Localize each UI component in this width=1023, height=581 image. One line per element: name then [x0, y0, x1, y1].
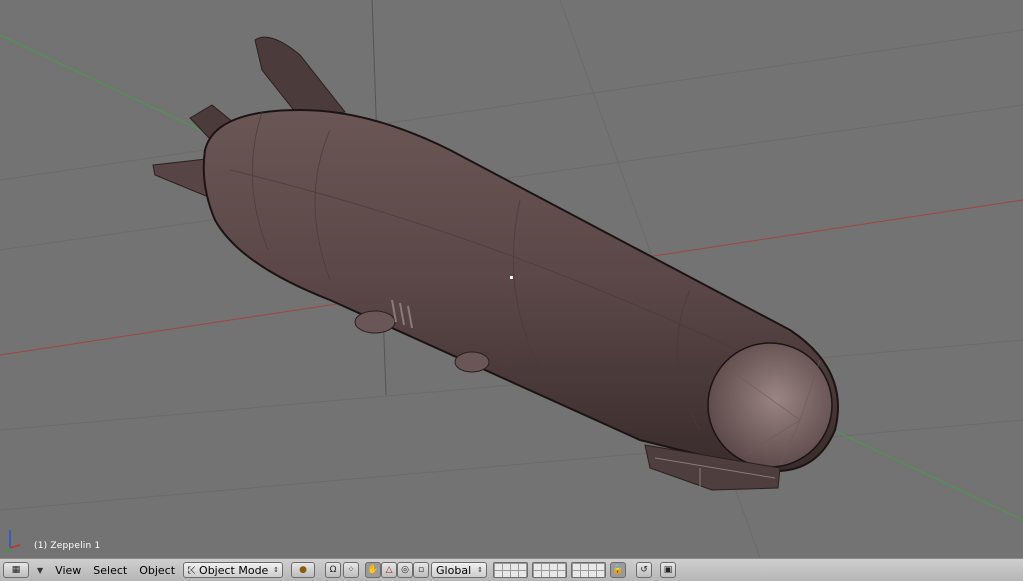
curve-icon: ↺ — [640, 565, 648, 575]
menu-view[interactable]: View — [49, 564, 87, 577]
mode-select[interactable]: ⤪ Object Mode ⇕ — [183, 562, 284, 578]
scale-icon: ▫ — [417, 565, 425, 575]
chevron-updown-icon: ⇕ — [273, 566, 280, 574]
layer-buttons-2[interactable] — [532, 562, 568, 578]
ipo-button[interactable]: ↺ — [636, 562, 653, 578]
lock-icon: 🔒 — [612, 565, 624, 575]
chevron-updown-icon: ⇕ — [477, 566, 484, 574]
triangle-down-icon[interactable]: ▼ — [37, 566, 43, 575]
viewport-canvas — [0, 0, 1023, 558]
mode-select-value: Object Mode — [199, 563, 269, 577]
translate-manipulator-button[interactable]: ✋ — [365, 562, 382, 578]
object-origin — [510, 276, 513, 279]
magnet-icon: Ω — [329, 565, 337, 575]
scale-manipulator-button[interactable]: ◎ — [397, 562, 414, 578]
grid-icon: ▦ — [11, 565, 21, 575]
dots-icon: ⁘ — [347, 565, 355, 575]
orientation-select[interactable]: Global ⇕ — [431, 562, 488, 578]
hand-icon: ✋ — [367, 565, 379, 575]
layer-buttons-3[interactable] — [571, 562, 607, 578]
mode-icon: ⤪ — [188, 564, 197, 576]
rotate-icon: ◎ — [401, 565, 409, 575]
layer-buttons-1[interactable] — [493, 562, 529, 578]
menu-object[interactable]: Object — [133, 564, 181, 577]
paw-icon: ● — [299, 565, 307, 575]
orientation-select-value: Global — [436, 563, 472, 577]
menu-select[interactable]: Select — [87, 564, 133, 577]
lock-button[interactable]: 🔒 — [610, 562, 627, 578]
editor-type-button[interactable]: ▦ — [3, 562, 29, 578]
snap-button[interactable]: Ω — [325, 562, 342, 578]
manipulator-square-button[interactable]: ▫ — [413, 562, 430, 578]
zeppelin-nose — [707, 342, 833, 468]
draw-type-button[interactable]: ● — [291, 562, 316, 578]
rotate-manipulator-button[interactable]: △ — [381, 562, 398, 578]
axes-icon — [4, 530, 21, 553]
object-name-label: (1) Zeppelin 1 — [34, 541, 101, 551]
engine-pod-2 — [454, 351, 490, 373]
render-icon: ▣ — [663, 565, 673, 575]
triangle-icon: △ — [385, 565, 393, 575]
render-button[interactable]: ▣ — [660, 562, 677, 578]
3d-viewport[interactable]: (1) Zeppelin 1 — [0, 0, 1023, 558]
layer-toggle-button[interactable]: ⁘ — [343, 562, 360, 578]
engine-pod-1 — [354, 310, 396, 334]
3d-view-header: ▦ ▼ View Select Object ⤪ Object Mode ⇕ ●… — [0, 558, 1023, 581]
